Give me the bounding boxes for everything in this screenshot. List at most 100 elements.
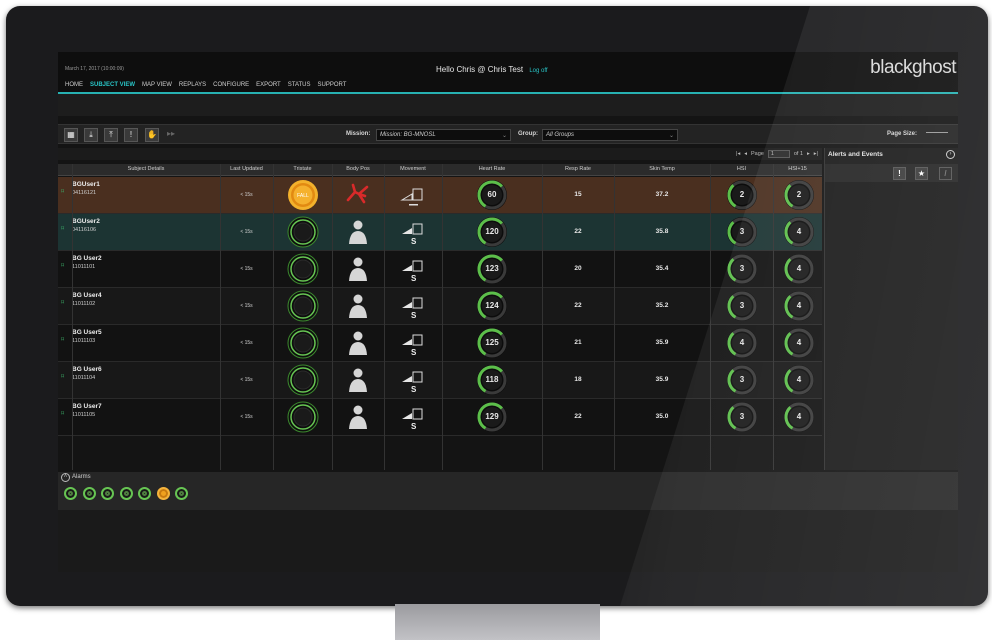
group-select[interactable]: All Groups ⌄ bbox=[542, 129, 678, 141]
nav-home[interactable]: HOME bbox=[65, 82, 83, 88]
app-screen: March 17, 2017 (10:00:09) Hello Chris @ … bbox=[58, 52, 958, 572]
chevron-up-icon[interactable]: ˄ bbox=[61, 473, 70, 482]
alarm-ok-icon[interactable] bbox=[64, 487, 77, 500]
hsi15-value: 4 bbox=[796, 338, 802, 347]
tristate-icon[interactable] bbox=[287, 253, 319, 285]
exclamation-icon[interactable]: ! bbox=[893, 167, 906, 180]
last-page-icon[interactable]: ▸| bbox=[814, 151, 818, 157]
nav-configure[interactable]: CONFIGURE bbox=[213, 82, 249, 88]
subject-name[interactable]: BGUser1 bbox=[72, 181, 100, 188]
mission-select[interactable]: Mission: BG-MNOSL ⌄ bbox=[376, 129, 511, 141]
blackghost-logo: blackghost bbox=[870, 57, 956, 78]
col-skin-temp[interactable]: Skin Temp bbox=[614, 166, 710, 172]
resp-rate-value: 22 bbox=[574, 228, 582, 235]
nav-subject-view[interactable]: SUBJECT VIEW bbox=[90, 82, 135, 88]
page-input[interactable]: 1 bbox=[767, 150, 790, 158]
col-divider bbox=[273, 164, 274, 470]
alarm-ok-icon[interactable] bbox=[101, 487, 114, 500]
svg-text:S: S bbox=[411, 385, 417, 394]
subject-name[interactable]: BG User5 bbox=[72, 329, 102, 336]
subject-name[interactable]: BG User6 bbox=[72, 366, 102, 373]
resp-rate-value: 22 bbox=[574, 413, 582, 420]
body-position-icon bbox=[345, 330, 371, 356]
tristate-icon[interactable] bbox=[287, 290, 319, 322]
col-resp-rate[interactable]: Resp Rate bbox=[542, 166, 614, 172]
body-position-icon bbox=[345, 182, 371, 208]
tristate-icon[interactable]: FALL bbox=[287, 179, 319, 211]
subject-name[interactable]: BGUser2 bbox=[72, 218, 100, 225]
table-row[interactable]: ⌑ BG User4 11011102 < 15s S 124 22 35.2 3 4 bbox=[58, 288, 822, 325]
row-marker-icon: ⌑ bbox=[61, 189, 65, 195]
col-heart-rate[interactable]: Heart Rate bbox=[442, 166, 542, 172]
col-subject-details[interactable]: Subject Details bbox=[72, 166, 220, 172]
download-icon[interactable]: ⤓ bbox=[84, 128, 98, 142]
logoff-link[interactable]: Log off bbox=[529, 68, 547, 74]
table-row[interactable]: ⌑ BG User2 11011101 < 15s S 123 20 35.4 3 4 bbox=[58, 251, 822, 288]
table-row[interactable]: ⌑ BG User6 11011104 < 15s S 118 18 35.9 3 4 bbox=[58, 362, 822, 399]
star-icon[interactable]: ★ bbox=[915, 167, 928, 180]
table-row[interactable]: ⌑ BG User5 11011103 < 15s S 125 21 35.9 4 4 bbox=[58, 325, 822, 362]
alarm-ok-icon[interactable] bbox=[138, 487, 151, 500]
alarm-ok-icon[interactable] bbox=[175, 487, 188, 500]
svg-text:S: S bbox=[411, 422, 417, 431]
movement-icon: S bbox=[400, 294, 426, 320]
next-page-icon[interactable]: ▸ bbox=[807, 151, 810, 157]
nav-map-view[interactable]: MAP VIEW bbox=[142, 82, 172, 88]
skin-temp-value: 35.9 bbox=[655, 376, 669, 383]
nav-export[interactable]: EXPORT bbox=[256, 82, 281, 88]
heart-rate-value: 120 bbox=[485, 227, 499, 236]
first-page-icon[interactable]: |◂ bbox=[736, 151, 740, 157]
tristate-icon[interactable] bbox=[287, 364, 319, 396]
skin-temp-value: 35.8 bbox=[655, 228, 669, 235]
col-tristate[interactable]: Tristate bbox=[273, 166, 332, 172]
chevron-down-icon: ⌄ bbox=[668, 133, 674, 139]
alarm-ok-icon[interactable] bbox=[82, 487, 96, 500]
col-hsi[interactable]: HSI bbox=[710, 166, 773, 172]
grid-icon[interactable]: ▦ bbox=[64, 128, 78, 142]
subject-name[interactable]: BG User7 bbox=[72, 403, 102, 410]
chevron-right-icon[interactable]: › bbox=[946, 150, 955, 159]
pager-bar: |◂ ◂ Page 1 of 1 ▸ ▸| bbox=[58, 148, 822, 160]
col-movement[interactable]: Movement bbox=[384, 166, 442, 172]
prev-page-icon[interactable]: ◂ bbox=[744, 151, 747, 157]
alarm-warning-icon[interactable] bbox=[156, 487, 170, 500]
alert-icon[interactable]: ! bbox=[124, 128, 138, 142]
table-row[interactable]: ⌑ BGUser2 04116106 < 15s S 120 22 35.8 3 4 bbox=[58, 214, 822, 251]
row-marker-icon: ⌑ bbox=[61, 337, 65, 343]
tristate-icon[interactable] bbox=[287, 401, 319, 433]
fast-forward-icon[interactable]: ▸▸ bbox=[164, 128, 178, 142]
subject-name[interactable]: BG User4 bbox=[72, 292, 102, 299]
hand-icon[interactable]: ✋ bbox=[145, 128, 159, 142]
subject-name[interactable]: BG User2 bbox=[72, 255, 102, 262]
last-updated-cell: < 15s bbox=[220, 362, 273, 399]
skin-temp-value: 35.9 bbox=[655, 339, 669, 346]
skin-temp-value: 37.2 bbox=[655, 191, 669, 198]
page-size-control[interactable] bbox=[926, 132, 948, 137]
col-last-updated[interactable]: Last Updated bbox=[220, 166, 273, 172]
upload-icon[interactable]: ⤒ bbox=[104, 128, 118, 142]
alarm-ok-icon[interactable] bbox=[119, 487, 133, 500]
nav-status[interactable]: STATUS bbox=[288, 82, 311, 88]
edit-icon[interactable]: / bbox=[939, 167, 952, 180]
table-row[interactable]: ⌑ BG User7 11011105 < 15s S 129 22 35.0 3 4 bbox=[58, 399, 822, 436]
last-updated-value: < 15s bbox=[240, 414, 253, 420]
nav-support[interactable]: SUPPORT bbox=[318, 82, 347, 88]
col-body-pos[interactable]: Body Pos bbox=[332, 166, 384, 172]
last-updated-cell: < 15s bbox=[220, 251, 273, 288]
table-row[interactable]: ⌑ BGUser1 04116121 < 15s FALL 60 15 37.2 2 2 bbox=[58, 177, 822, 214]
hsi-value: 3 bbox=[739, 301, 745, 310]
col-divider bbox=[384, 164, 385, 470]
svg-text:S: S bbox=[411, 348, 417, 357]
hsi-value: 2 bbox=[739, 190, 745, 199]
hsi15-value: 4 bbox=[796, 264, 802, 273]
last-updated-value: < 15s bbox=[240, 377, 253, 383]
datetime-label: March 17, 2017 (10:00:09) bbox=[65, 66, 124, 72]
tristate-icon[interactable] bbox=[287, 216, 319, 248]
svg-text:S: S bbox=[411, 311, 417, 320]
col-hsi15[interactable]: HSI+15 bbox=[773, 166, 822, 172]
col-divider bbox=[614, 164, 615, 470]
chevron-down-icon: ⌄ bbox=[501, 133, 507, 139]
nav-replays[interactable]: REPLAYS bbox=[179, 82, 206, 88]
tristate-icon[interactable] bbox=[287, 327, 319, 359]
hsi15-value: 4 bbox=[796, 375, 802, 384]
